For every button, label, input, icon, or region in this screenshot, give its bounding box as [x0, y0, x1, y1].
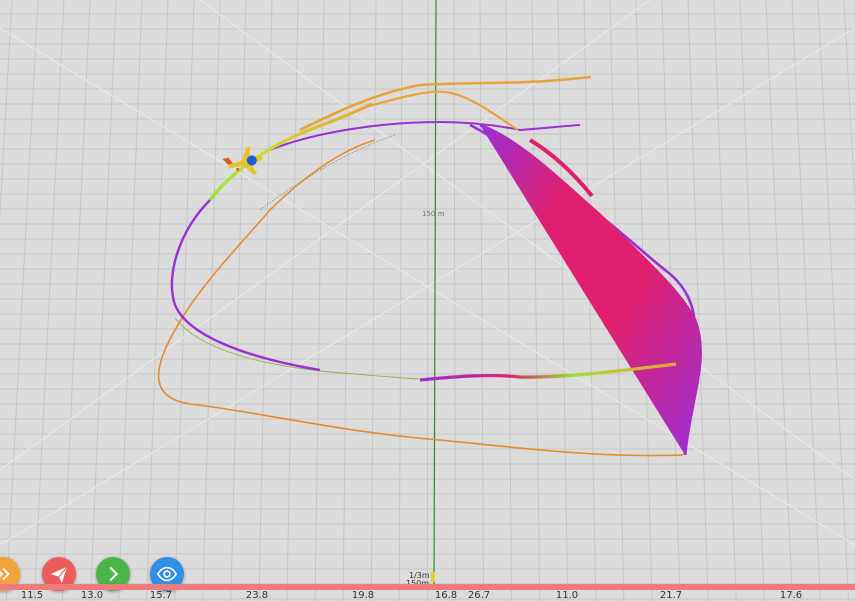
grid-line [146, 0, 169, 601]
grid-line [479, 0, 485, 601]
grid-line [0, 0, 13, 222]
timeline-tick-label: 21.7 [659, 590, 683, 601]
grid-line [202, 0, 221, 601]
grid-line [817, 0, 850, 601]
double-chevron-right-icon [0, 567, 10, 581]
grid-line [342, 0, 351, 601]
grid-line [713, 0, 737, 601]
grid-line [33, 0, 65, 601]
timeline-tick-label: 13.0 [80, 590, 104, 601]
grid-line [5, 0, 39, 601]
grid-line [258, 0, 273, 601]
grid-line [557, 0, 569, 601]
timeline-tick-label: 16.8 [434, 590, 458, 601]
trail-olive-inner [174, 317, 431, 380]
timeline-tick-label: 26.7 [467, 590, 491, 601]
grid-line [453, 0, 456, 601]
grid-line [174, 0, 195, 601]
grid-floor [0, 0, 855, 601]
eye-icon [156, 566, 178, 582]
timeline-tick-label: 17.6 [779, 590, 803, 601]
grid-line [791, 0, 821, 601]
grid-line [531, 0, 541, 601]
grid-line [426, 0, 429, 601]
grid-line [843, 0, 855, 212]
flight-path-3d-view[interactable]: 150 m 1/3m 150m [0, 0, 855, 601]
grid-line [117, 0, 143, 601]
scale-marker [431, 572, 435, 582]
timeline-ticks: 11.5 13.0 15.7 23.8 19.8 16.8 26.7 11.0 21.7 17.6 [0, 591, 855, 601]
grid-line [61, 0, 91, 601]
timeline-tick-label: 23.8 [245, 590, 269, 601]
grid-line [370, 0, 377, 601]
grid-line [230, 0, 247, 601]
chevron-right-icon [109, 566, 119, 582]
timeline-tick-label: 15.7 [149, 590, 173, 601]
grid-line [765, 0, 793, 601]
altitude-label: 150 m [422, 210, 445, 218]
paper-plane-icon [50, 566, 68, 584]
grid-line [505, 0, 513, 601]
timeline-bar[interactable] [0, 584, 855, 590]
timeline-tick-label: 11.0 [555, 590, 579, 601]
timeline-tick-label: 11.5 [20, 590, 44, 601]
grid-line [286, 0, 299, 601]
timeline-tick-label: 19.8 [351, 590, 375, 601]
